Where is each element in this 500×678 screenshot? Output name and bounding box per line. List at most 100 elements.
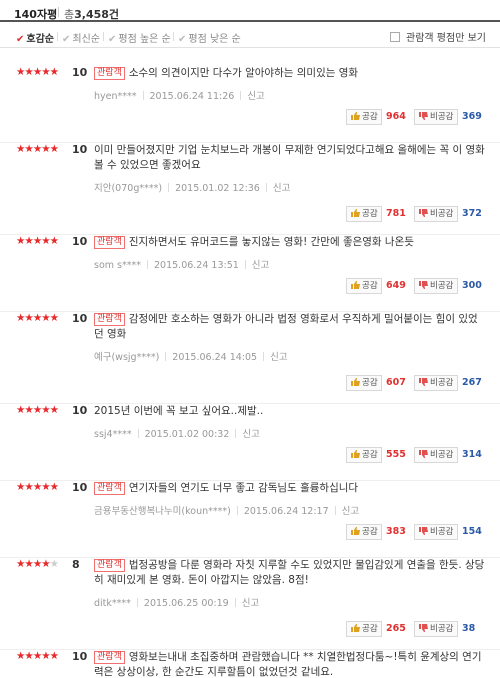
review-content: 법정공방을 다룬 영화라 자칫 지루할 수도 있었지만 물입감있게 연출을 한듯… — [94, 559, 485, 586]
meta-divider — [234, 598, 236, 607]
viewer-badge: 관람객 — [94, 651, 125, 664]
meta-divider — [263, 352, 265, 361]
like-button[interactable]: 공감 — [346, 447, 382, 463]
meta-divider — [265, 183, 267, 192]
report-link[interactable]: 신고 — [252, 260, 269, 271]
checkmark-icon: ✔ — [108, 34, 117, 45]
review-meta: som s**** 2015.06.24 13:51 신고 — [94, 257, 269, 271]
meta-divider — [142, 91, 144, 100]
review-item: ★★★★★ 8 관람객 법정공방을 다룬 영화라 자칫 지루할 수도 있었지만 물입감… — [0, 558, 500, 650]
vote-controls: 공감 781 비공감 372 — [346, 206, 486, 222]
reviewer-id: hyen**** — [94, 91, 137, 102]
review-text: 관람객 법정공방을 다룬 영화라 자칫 지루할 수도 있었지만 물입감있게 연출을… — [94, 558, 486, 588]
star-rating: ★★★★★ — [16, 481, 59, 493]
like-count: 607 — [386, 377, 406, 388]
like-button[interactable]: 공감 — [346, 206, 382, 222]
like-count: 265 — [386, 623, 406, 634]
review-date: 2015.06.24 13:51 — [154, 260, 239, 271]
filter-checkbox[interactable] — [390, 32, 401, 42]
sort-option-low-rating[interactable]: ✔ 평점 낮은 순 — [178, 30, 241, 45]
sort-divider — [103, 32, 104, 41]
dislike-button[interactable]: 비공감 — [414, 278, 458, 294]
rating-score: 10 — [72, 235, 88, 248]
review-content: 소수의 의견이지만 다수가 알아야하는 의미있는 영화 — [128, 67, 359, 79]
like-button[interactable]: 공감 — [346, 375, 382, 391]
review-date: 2015.06.24 12:17 — [243, 506, 329, 517]
report-link[interactable]: 신고 — [270, 352, 287, 363]
star-rating: ★★★★★ — [16, 312, 59, 324]
like-button[interactable]: 공감 — [346, 278, 382, 294]
rating-score: 10 — [72, 404, 88, 417]
review-content: 연기자들의 연기도 너무 좋고 감독님도 훌륭하십니다 — [128, 482, 359, 494]
review-meta: 지안(070g****) 2015.01.02 12:36 신고 — [94, 180, 290, 194]
dislike-button[interactable]: 비공감 — [414, 206, 458, 222]
report-link[interactable]: 신고 — [242, 429, 259, 440]
meta-divider — [137, 429, 139, 438]
review-content: 진지하면서도 유머코드를 놓지않는 영화! 간만에 좋은영화 나온듯 — [128, 236, 414, 248]
sort-option-likes[interactable]: ✔ 호감순 — [16, 30, 54, 45]
like-button[interactable]: 공감 — [346, 109, 382, 125]
like-button[interactable]: 공감 — [346, 621, 382, 637]
report-link[interactable]: 신고 — [247, 91, 264, 102]
dislike-button[interactable]: 비공감 — [414, 109, 458, 125]
dislike-button[interactable]: 비공감 — [414, 375, 458, 391]
viewer-badge: 관람객 — [94, 67, 125, 80]
review-meta: ssj4**** 2015.01.02 00:32 신고 — [94, 426, 260, 440]
review-text: 관람객 영화보는내내 초집중하며 관람했습니다 ** 치열한법정다툼~!특히 윤계… — [94, 650, 486, 678]
thumbs-up-icon — [351, 450, 360, 458]
reviewer-id: 지안(070g****) — [94, 183, 163, 194]
dislike-count: 300 — [462, 280, 482, 291]
review-meta: hyen**** 2015.06.24 11:26 신고 — [94, 88, 265, 102]
thumbs-down-icon — [419, 209, 428, 217]
like-count: 383 — [386, 526, 406, 537]
rating-score: 10 — [72, 481, 88, 494]
checkmark-icon: ✔ — [16, 34, 25, 45]
review-date: 2015.06.24 11:26 — [149, 91, 235, 102]
sort-option-latest[interactable]: ✔ 최신순 — [62, 30, 100, 45]
rating-score: 10 — [72, 312, 88, 325]
dislike-button[interactable]: 비공감 — [414, 447, 458, 463]
dislike-button[interactable]: 비공감 — [414, 524, 458, 540]
vote-controls: 공감 265 비공감 38 — [346, 621, 486, 637]
review-item: ★★★★★ 10 2015년 이번에 꼭 보고 싶어요..제발.. ssj4****… — [0, 404, 500, 481]
vote-controls: 공감 555 비공감 314 — [346, 447, 486, 463]
dislike-count: 38 — [462, 623, 476, 634]
review-date: 2015.06.24 14:05 — [172, 352, 258, 363]
review-content: 2015년 이번에 꼭 보고 싶어요..제발.. — [94, 405, 264, 417]
report-link[interactable]: 신고 — [273, 183, 290, 194]
checkmark-icon: ✔ — [62, 34, 71, 45]
review-text: 관람객 진지하면서도 유머코드를 놓지않는 영화! 간만에 좋은영화 나온듯 — [94, 235, 486, 250]
review-text: 관람객 연기자들의 연기도 너무 좋고 감독님도 훌륭하십니다 — [94, 481, 486, 496]
header-divider — [58, 7, 59, 17]
review-text: 관람객 소수의 의견이지만 다수가 알아야하는 의미있는 영화 — [94, 66, 486, 81]
dislike-button[interactable]: 비공감 — [414, 621, 458, 637]
reviewer-id: 금용부동산행복나누미(koun****) — [94, 506, 231, 517]
sort-bar: ✔ 호감순 ✔ 최신순 ✔ 평점 높은 순 ✔ 평점 낮은 순 관람객 평점만 보기 — [0, 24, 500, 48]
sort-option-high-rating[interactable]: ✔ 평점 높은 순 — [108, 30, 171, 45]
star-rating: ★★★★★ — [16, 143, 59, 155]
report-link[interactable]: 신고 — [342, 506, 359, 517]
section-title: 140자평 — [14, 8, 58, 21]
review-meta: 금용부동산행복나누미(koun****) 2015.06.24 12:17 신고 — [94, 503, 359, 517]
star-rating: ★★★★★ — [16, 235, 59, 247]
review-item: ★★★★★ 10 관람객 영화보는내내 초집중하며 관람했습니다 ** 치열한법정다툼… — [0, 650, 500, 678]
review-item: ★★★★★ 10 이미 만들어졌지만 기업 눈치보느라 개봉이 무제한 연기되었다고… — [0, 143, 500, 235]
like-button[interactable]: 공감 — [346, 524, 382, 540]
vote-controls: 공감 383 비공감 154 — [346, 524, 486, 540]
viewer-badge: 관람객 — [94, 313, 125, 326]
viewer-only-filter[interactable]: 관람객 평점만 보기 — [390, 29, 486, 44]
rating-score: 10 — [72, 66, 88, 79]
review-item: ★★★★★ 10 관람객 연기자들의 연기도 너무 좋고 감독님도 훌륭하십니다 금용… — [0, 481, 500, 558]
thumbs-down-icon — [419, 112, 428, 120]
thumbs-down-icon — [419, 624, 428, 632]
meta-divider — [165, 352, 167, 361]
reviews-header: 140자평 총3,458건 — [0, 0, 500, 22]
report-link[interactable]: 신고 — [242, 598, 259, 609]
vote-controls: 공감 964 비공감 369 — [346, 109, 486, 125]
thumbs-down-icon — [419, 450, 428, 458]
vote-controls: 공감 649 비공감 300 — [346, 278, 486, 294]
reviewer-id: 예구(wsjg****) — [94, 352, 160, 363]
dislike-count: 154 — [462, 526, 482, 537]
review-item: ★★★★★ 10 관람객 진지하면서도 유머코드를 놓지않는 영화! 간만에 좋은영화… — [0, 235, 500, 312]
reviewer-id: ditk**** — [94, 598, 131, 609]
